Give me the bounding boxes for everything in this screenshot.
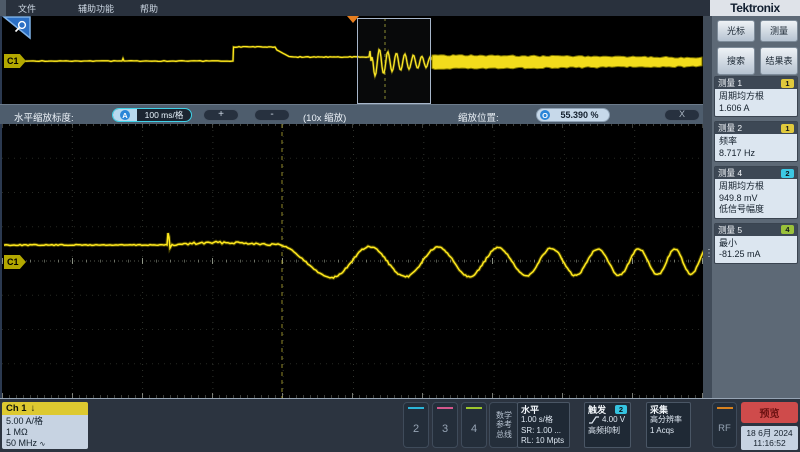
channel4-color-line	[466, 407, 482, 409]
math-label: 数学	[496, 411, 512, 421]
measure-button[interactable]: 测量	[760, 20, 798, 42]
datetime-display: 18 6月 2024 11:16:52	[741, 426, 798, 450]
knob-a-icon: A	[120, 110, 130, 120]
measurement-title: 测量 5	[718, 224, 742, 236]
results-sidebar: 光标 测量 搜索 结果表 测量 1 1 周期均方根 1.606 A 测量 2 1	[712, 16, 800, 398]
source-badge: 1	[781, 79, 794, 88]
bottom-status-bar: Ch 1 ↓ 5.00 A/格 1 MΩ 50 MHz ∿ 2 3 4 数学 参…	[0, 398, 800, 452]
acquisition-panel[interactable]: 采集 高分辨率 1 Acqs	[646, 402, 691, 448]
trigger-level: 4.00 V	[602, 415, 625, 426]
arrow-down-icon: ↓	[31, 403, 36, 414]
zoom-position-label: 缩放位置:	[458, 110, 499, 124]
zoom-in-button[interactable]: +	[203, 109, 239, 121]
trigger-source-badge: 2	[615, 405, 627, 414]
measurement-title: 测量 2	[718, 122, 742, 134]
preview-button[interactable]: 预览	[741, 402, 798, 423]
panel-divider[interactable]: ⋮	[703, 16, 712, 398]
measurement-type: 周期均方根	[719, 91, 793, 103]
channel1-bandwidth: 50 MHz	[6, 438, 37, 448]
zoomed-waveform	[2, 124, 705, 398]
measurement-warning: 低信号幅度	[719, 204, 793, 216]
channel1-impedance: 1 MΩ	[6, 427, 84, 438]
zoom-close-button[interactable]: X	[664, 109, 700, 121]
acquisition-count: 1 Acqs	[650, 426, 687, 437]
measurement-title: 测量 4	[718, 167, 742, 179]
brand-logo-text: Tektronix	[730, 1, 780, 15]
trigger-panel[interactable]: 触发 2 4.00 V 高频抑制	[584, 402, 631, 448]
zoom-mode-icon[interactable]	[2, 16, 32, 40]
measurement-badge-5[interactable]: 测量 5 4 最小 -81.25 mA	[714, 223, 798, 264]
horizontal-sample-rate: SR: 1.00 ...	[521, 426, 566, 437]
channel1-scale: 5.00 A/格	[6, 416, 84, 427]
measurement-badge-2[interactable]: 测量 2 1 频率 8.717 Hz	[714, 121, 798, 162]
menu-file[interactable]: 文件	[18, 2, 36, 15]
channel2-color-line	[408, 407, 424, 409]
rf-button[interactable]: RF	[712, 402, 737, 448]
menu-help[interactable]: 帮助	[140, 2, 158, 15]
zoom-scale-value: 100 ms/格	[137, 109, 191, 121]
measurement-value: -81.25 mA	[719, 249, 793, 261]
source-badge: 2	[781, 169, 794, 178]
channel1-badge[interactable]: Ch 1 ↓ 5.00 A/格 1 MΩ 50 MHz ∿	[2, 402, 88, 449]
measurement-type: 周期均方根	[719, 181, 793, 193]
overview-waveform	[2, 16, 705, 104]
ref-label: 参考	[496, 420, 512, 430]
zoom-toolbar: 水平缩放标度: A 100 ms/格 + - (10x 缩放) 缩放位置: O …	[0, 104, 710, 124]
channel4-label: 4	[462, 423, 486, 435]
zoom-factor-label: (10x 缩放)	[303, 110, 346, 124]
brand-logo: Tektronix	[710, 0, 800, 16]
channel2-label: 2	[404, 423, 428, 435]
search-button[interactable]: 搜索	[717, 47, 755, 75]
menu-bar: 文件 辅助功能 帮助	[0, 0, 710, 17]
trigger-slope-icon	[588, 415, 600, 425]
horizontal-record-length: RL: 10 Mpts	[521, 436, 566, 447]
cursors-button[interactable]: 光标	[717, 20, 755, 42]
zoom-scale-label: 水平缩放标度:	[14, 110, 74, 124]
source-badge: 4	[781, 225, 794, 234]
trigger-coupling: 高频抑制	[588, 426, 627, 437]
measurement-value: 1.606 A	[719, 103, 793, 115]
channel3-button[interactable]: 3	[432, 402, 458, 448]
measurement-type: 频率	[719, 136, 793, 148]
channel2-button[interactable]: 2	[403, 402, 429, 448]
measurement-value: 949.8 mV	[719, 193, 793, 205]
sidebar-buttons: 光标 测量 搜索 结果表	[717, 20, 797, 75]
knob-o-icon: O	[540, 110, 550, 120]
zoom-position-value: 55.390 %	[550, 110, 609, 120]
source-badge: 1	[781, 124, 794, 133]
zoom-position-control[interactable]: O 55.390 %	[536, 108, 610, 122]
measurement-badge-1[interactable]: 测量 1 1 周期均方根 1.606 A	[714, 76, 798, 117]
channel3-color-line	[437, 407, 453, 409]
overview-waveform-panel[interactable]: C1	[0, 16, 705, 104]
channel1-title: Ch 1	[6, 403, 27, 414]
date-text: 18 6月 2024	[746, 428, 792, 438]
zoom-out-button[interactable]: -	[254, 109, 290, 121]
acquisition-mode: 高分辨率	[650, 415, 687, 426]
horizontal-panel[interactable]: 水平 1.00 s/格 SR: 1.00 ... RL: 10 Mpts	[517, 402, 570, 448]
channel4-button[interactable]: 4	[461, 402, 487, 448]
measurement-value: 8.717 Hz	[719, 148, 793, 160]
zoom-scale-control[interactable]: A 100 ms/格	[112, 108, 192, 122]
menu-utility[interactable]: 辅助功能	[78, 2, 114, 15]
channel3-label: 3	[433, 423, 457, 435]
rf-color-line	[717, 407, 733, 409]
time-text: 11:16:52	[753, 438, 785, 448]
knob-a-segment: A	[113, 109, 137, 121]
measurement-badge-4[interactable]: 测量 4 2 周期均方根 949.8 mV 低信号幅度	[714, 166, 798, 219]
bus-label: 总线	[496, 430, 512, 440]
oscilloscope-screen: 文件 辅助功能 帮助 Tektronix C1 水平缩放标度: A 100 ms…	[0, 0, 800, 452]
bw-limit-icon: ∿	[40, 441, 46, 448]
zoom-window[interactable]	[357, 18, 431, 104]
menu-accent-strip	[0, 0, 6, 16]
results-table-button[interactable]: 结果表	[760, 47, 798, 75]
zoomed-waveform-panel[interactable]: C1	[0, 124, 705, 398]
measurement-type: 最小	[719, 238, 793, 250]
measurement-title: 测量 1	[718, 77, 742, 89]
rf-label: RF	[713, 423, 736, 434]
measurement-list: 测量 1 1 周期均方根 1.606 A 测量 2 1 频率 8.717 Hz	[714, 76, 798, 268]
trigger-position-icon[interactable]	[347, 16, 359, 23]
math-ref-bus-button[interactable]: 数学 参考 总线	[489, 402, 519, 448]
horizontal-scale: 1.00 s/格	[521, 415, 566, 426]
